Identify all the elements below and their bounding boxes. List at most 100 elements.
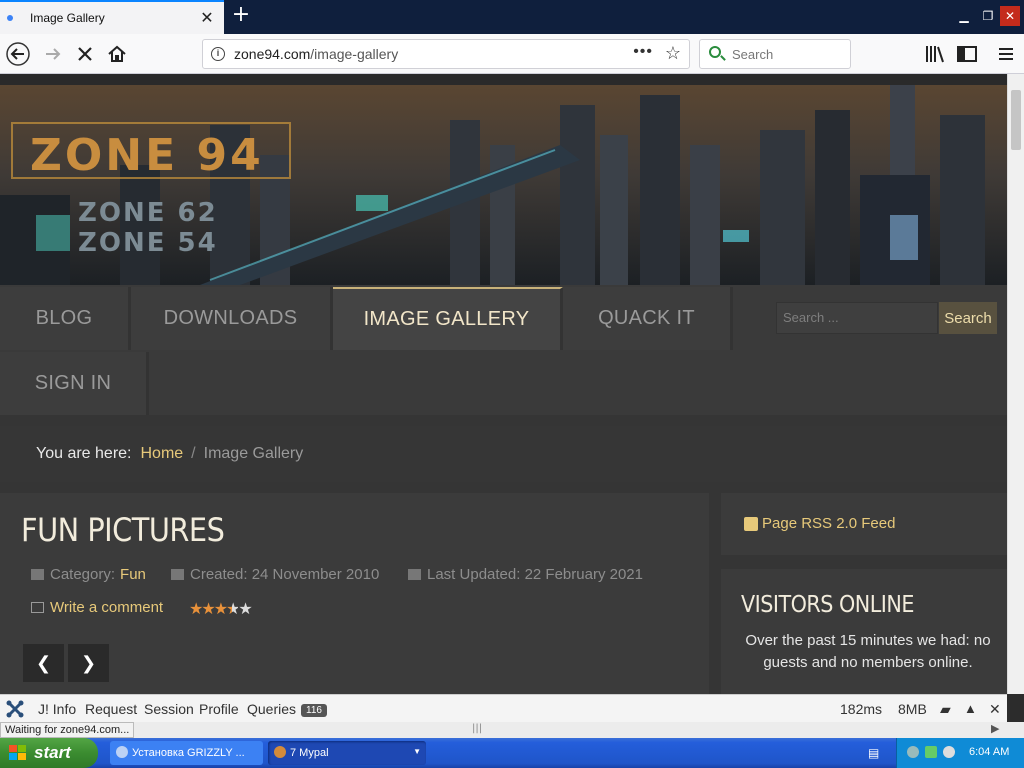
site-info-icon[interactable]: i bbox=[211, 47, 225, 61]
site-banner: ZONE 94 ZONE 62 ZONE 54 bbox=[0, 85, 1007, 285]
new-tab-button[interactable]: + bbox=[230, 4, 252, 28]
address-bar[interactable]: i zone94.com/image-gallery ••• ☆ bbox=[202, 39, 690, 69]
stop-loading-button[interactable] bbox=[73, 42, 97, 66]
debug-bar: J! Info Request Session Profile Queries 1… bbox=[0, 694, 1007, 722]
browser-toolbar: i zone94.com/image-gallery ••• ☆ Search bbox=[0, 34, 1024, 74]
star-rating[interactable]: ★★★★★ bbox=[189, 599, 253, 618]
vertical-scrollbar[interactable] bbox=[1007, 74, 1024, 694]
visitors-text: Over the past 15 minutes we had: no gues… bbox=[745, 632, 991, 671]
close-tab-icon[interactable]: ✕ bbox=[199, 10, 215, 26]
windows-taskbar: start Установка GRIZZLY ... 7 Mypal ▼ ▤ … bbox=[0, 738, 1024, 768]
next-image-button[interactable]: ❯ bbox=[68, 644, 109, 682]
open-folder-icon[interactable]: ▰ bbox=[940, 701, 951, 718]
mypal-icon bbox=[274, 746, 286, 758]
top-strip bbox=[0, 74, 1007, 85]
tray-volume-icon[interactable] bbox=[943, 746, 955, 758]
calendar-icon bbox=[408, 569, 421, 580]
queries-count-badge: 116 bbox=[301, 704, 327, 717]
visitors-title: VISITORS ONLINE bbox=[741, 592, 914, 618]
debug-info-tab[interactable]: J! Info bbox=[38, 701, 76, 717]
calendar-icon bbox=[171, 569, 184, 580]
rss-feed-link[interactable]: Page RSS 2.0 Feed bbox=[762, 515, 895, 532]
start-button[interactable]: start bbox=[0, 738, 98, 768]
queries-label: Queries bbox=[247, 701, 297, 717]
home-button[interactable] bbox=[105, 42, 129, 66]
star-icon[interactable]: ★ bbox=[214, 599, 228, 618]
debug-request-tab[interactable]: Request bbox=[85, 701, 137, 717]
breadcrumb-prefix: You are here: bbox=[36, 445, 132, 462]
scrollbar-thumb[interactable] bbox=[1011, 90, 1021, 150]
keyboard-icon[interactable]: ▤ bbox=[868, 746, 879, 760]
sidebar-toggle-icon[interactable] bbox=[955, 42, 979, 66]
status-bar-text: Waiting for zone94.com... bbox=[0, 722, 135, 738]
search-icon bbox=[709, 46, 721, 58]
page-actions-icon[interactable]: ••• bbox=[633, 43, 653, 61]
updated-date: Last Updated: 22 February 2021 bbox=[427, 566, 643, 583]
site-search-button[interactable]: Search bbox=[939, 302, 997, 334]
comment-icon bbox=[31, 602, 44, 613]
prev-image-button[interactable]: ❮ bbox=[23, 644, 64, 682]
nav-sign-in[interactable]: SIGN IN bbox=[0, 352, 149, 415]
article-created: Created: 24 November 2010 bbox=[171, 566, 379, 583]
category-label: Category: bbox=[50, 566, 116, 583]
nav-quack-it[interactable]: QUACK IT bbox=[563, 287, 733, 350]
taskbar-item-mypal[interactable]: 7 Mypal ▼ bbox=[268, 741, 426, 765]
debug-queries-tab[interactable]: Queries 116 bbox=[247, 701, 327, 717]
visitors-online-module: VISITORS ONLINE Over the past 15 minutes… bbox=[721, 569, 1007, 694]
debug-memory: 8MB bbox=[898, 701, 927, 717]
horizontal-scrollbar[interactable]: ||| ▶ bbox=[0, 722, 1024, 738]
close-window-button[interactable]: ✕ bbox=[1000, 6, 1020, 26]
logo-main: ZONE 94 bbox=[30, 130, 264, 181]
tab-title: Image Gallery bbox=[30, 11, 105, 25]
created-date: Created: 24 November 2010 bbox=[190, 566, 380, 583]
url-path: /image-gallery bbox=[310, 46, 399, 62]
menu-icon[interactable] bbox=[994, 42, 1018, 66]
chevron-down-icon: ▼ bbox=[413, 747, 421, 756]
installer-icon bbox=[116, 746, 128, 758]
rss-module: Page RSS 2.0 Feed bbox=[721, 493, 1007, 555]
site-search-input[interactable]: Search ... bbox=[776, 302, 938, 334]
article-updated: Last Updated: 22 February 2021 bbox=[408, 566, 643, 583]
breadcrumb-current: Image Gallery bbox=[203, 445, 304, 462]
taskbar-item-installer-label: Установка GRIZZLY ... bbox=[132, 747, 245, 759]
url-text: zone94.com/image-gallery bbox=[234, 46, 398, 62]
article-category: Category: Fun bbox=[31, 566, 146, 583]
write-comment-link[interactable]: Write a comment bbox=[31, 599, 163, 616]
collapse-up-icon[interactable]: ▲ bbox=[964, 701, 977, 716]
nav-downloads[interactable]: DOWNLOADS bbox=[131, 287, 333, 350]
star-icon[interactable]: ★ bbox=[201, 599, 215, 618]
bookmark-star-icon[interactable]: ☆ bbox=[665, 43, 681, 64]
windows-logo-icon bbox=[9, 745, 26, 760]
browser-tab[interactable]: Image Gallery ✕ bbox=[0, 0, 224, 34]
taskbar-item-installer[interactable]: Установка GRIZZLY ... bbox=[110, 741, 263, 765]
tray-network-icon[interactable] bbox=[907, 746, 919, 758]
star-icon[interactable]: ★ bbox=[238, 599, 252, 618]
category-link[interactable]: Fun bbox=[120, 566, 146, 583]
breadcrumb-separator: / bbox=[191, 445, 196, 462]
debug-session-tab[interactable]: Session bbox=[144, 701, 194, 717]
back-button[interactable] bbox=[6, 42, 30, 66]
browser-search-field[interactable]: Search bbox=[699, 39, 851, 69]
minimize-button[interactable]: ▁ bbox=[954, 6, 974, 26]
star-half-icon[interactable]: ★ bbox=[226, 599, 240, 618]
nav-image-gallery[interactable]: IMAGE GALLERY bbox=[333, 287, 563, 350]
browser-search-placeholder: Search bbox=[732, 47, 774, 62]
web-page: ZONE 94 ZONE 62 ZONE 54 BLOG DOWNLOADS I… bbox=[0, 74, 1007, 694]
clock[interactable]: 6:04 AM bbox=[969, 746, 1009, 758]
logo-sub-2: ZONE 54 bbox=[78, 228, 218, 258]
start-label: start bbox=[34, 743, 71, 762]
city-skyline-illustration: ZONE 94 ZONE 62 ZONE 54 bbox=[0, 85, 1007, 285]
tray-app-icon[interactable] bbox=[925, 746, 937, 758]
breadcrumb-home-link[interactable]: Home bbox=[140, 445, 183, 463]
joomla-icon[interactable] bbox=[5, 699, 25, 719]
star-icon[interactable]: ★ bbox=[189, 599, 203, 618]
restore-button[interactable]: ❐ bbox=[978, 6, 998, 26]
close-debug-icon[interactable]: ✕ bbox=[989, 701, 1001, 718]
debug-profile-tab[interactable]: Profile bbox=[199, 701, 239, 717]
scroll-right-icon[interactable]: ▶ bbox=[991, 722, 999, 735]
nav-blog[interactable]: BLOG bbox=[0, 287, 131, 350]
page-title: FUN PICTURES bbox=[21, 511, 225, 549]
library-icon[interactable] bbox=[923, 42, 947, 66]
scroll-grip-icon[interactable]: ||| bbox=[472, 723, 482, 734]
forward-button[interactable] bbox=[41, 42, 65, 66]
